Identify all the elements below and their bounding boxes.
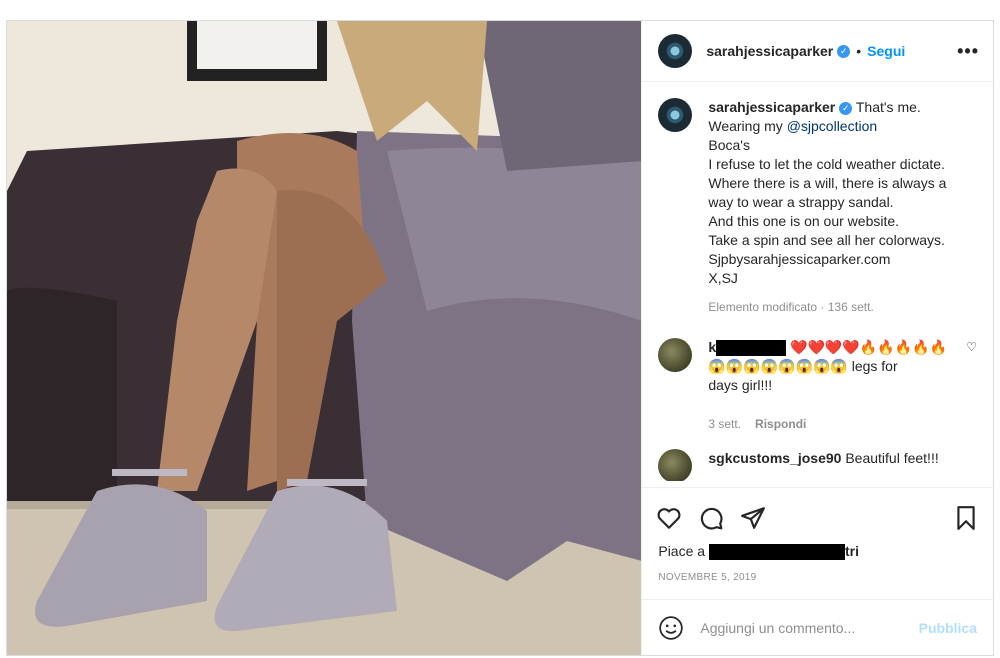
commenter-avatar[interactable] (658, 338, 693, 372)
share-icon[interactable] (740, 505, 766, 531)
caption-meta: Elemento modificato · 136 sett. (708, 300, 874, 314)
comment-body: days girl!!! (708, 377, 773, 393)
likes-prefix: Piace a (658, 543, 706, 559)
caption-line: Take a spin and see all her colorways. (708, 232, 945, 248)
redaction-bar (716, 340, 787, 357)
verified-badge-icon: ✓ (839, 101, 853, 115)
comment-input[interactable]: Aggiungi un commento... (700, 620, 918, 636)
verified-badge-icon: ✓ (837, 44, 851, 58)
comment-body: Beautiful feet!!! (845, 450, 939, 466)
comments-section: sarahjessicaparker ✓ That's me. Wearing m… (642, 82, 993, 481)
comment-icon[interactable] (698, 505, 724, 531)
caption-line: Where there is a will, there is always a (708, 175, 947, 191)
commenter-avatar[interactable] (658, 449, 693, 481)
likes-suffix[interactable]: tri (845, 543, 859, 559)
publish-button[interactable]: Pubblica (919, 620, 977, 636)
comment-age: 3 sett. (708, 417, 742, 431)
caption-row: sarahjessicaparker ✓ That's me. Wearing m… (658, 98, 977, 314)
comment-username[interactable]: k (708, 339, 716, 355)
caption-line: Sjpbysarahjessicaparker.com (708, 251, 891, 267)
post-sidebar: sarahjessicaparker ✓ • Segui ••• sarahje… (641, 21, 993, 655)
photo-illustration (7, 21, 642, 655)
redaction-bar (708, 544, 845, 561)
separator-dot: • (856, 43, 862, 59)
heart-icon[interactable] (656, 505, 682, 531)
comment-like-heart-icon[interactable]: ♡ (966, 340, 977, 354)
more-icon[interactable]: ••• (957, 41, 979, 62)
mention-link[interactable]: @sjpcollection (787, 118, 877, 134)
comment-text: k ❤️❤️❤️❤️🔥🔥🔥🔥🔥 😱😱😱😱😱😱😱😱 legs for days g… (708, 338, 960, 395)
caption-line: And this one is on our website. (708, 213, 900, 229)
author-username[interactable]: sarahjessicaparker (706, 43, 833, 59)
caption-line: That's me. (855, 99, 921, 115)
follow-button[interactable]: Segui (867, 43, 905, 59)
action-bar (642, 487, 993, 547)
caption-line: I refuse to let the cold weather dictate… (708, 156, 945, 172)
caption-line: way to wear a strappy sandal. (708, 194, 894, 210)
post-header: sarahjessicaparker ✓ • Segui ••• (642, 21, 993, 82)
caption-line: Wearing my (708, 118, 787, 134)
comment-username[interactable]: sgkcustoms_jose90 (708, 450, 841, 466)
reply-button[interactable]: Rispondi (755, 417, 806, 431)
comment-meta: 3 sett. Rispondi (708, 417, 960, 431)
comment-emoji: 😱😱😱😱😱😱😱😱 (708, 358, 848, 374)
caption-line: X,SJ (708, 270, 738, 286)
add-comment-bar: Aggiungi un commento... Pubblica (642, 599, 993, 655)
instagram-post: sarahjessicaparker ✓ • Segui ••• sarahje… (6, 20, 994, 656)
caption-text: sarahjessicaparker ✓ That's me. Wearing m… (708, 98, 946, 288)
caption-line: Boca's (708, 137, 750, 153)
post-date[interactable]: NOVEMBRE 5, 2019 (658, 572, 756, 583)
comment-body: legs for (847, 358, 898, 374)
comment-row: sgkcustoms_jose90 Beautiful feet!!! (658, 449, 977, 481)
post-photo[interactable] (7, 21, 642, 655)
likes-text: Piace a tri (658, 543, 859, 561)
author-avatar[interactable] (658, 34, 693, 68)
caption-avatar[interactable] (658, 98, 693, 132)
bookmark-icon[interactable] (953, 505, 979, 531)
comment-emoji: ❤️❤️❤️❤️🔥🔥🔥🔥🔥 (790, 339, 947, 355)
emoji-icon[interactable] (658, 615, 684, 641)
caption-username[interactable]: sarahjessicaparker (708, 99, 835, 115)
comment-row: k ❤️❤️❤️❤️🔥🔥🔥🔥🔥 😱😱😱😱😱😱😱😱 legs for days g… (658, 338, 977, 431)
comment-text: sgkcustoms_jose90 Beautiful feet!!! (708, 449, 938, 481)
